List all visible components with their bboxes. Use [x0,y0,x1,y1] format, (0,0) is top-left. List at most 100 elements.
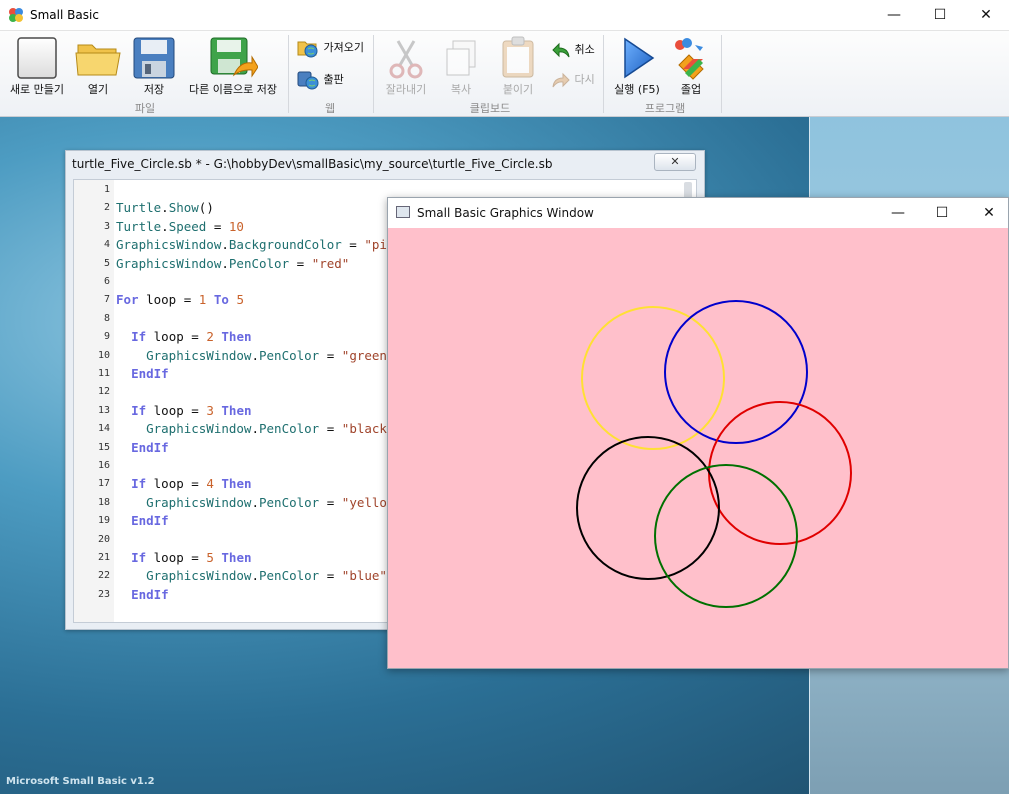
line-number: 6 [103,276,110,287]
line-number: 22 [97,570,110,582]
circle-green [654,464,798,608]
ribbon-separator [603,35,604,113]
ribbon-toolbar: 새로 만들기 열기 저장 다른 이름으로 저장 파일 가져오기 출판 웹 잘라내… [0,31,1009,117]
code-token: Turtle [116,200,162,216]
graduate-visual-studio-icon [675,38,704,80]
code-token: BackgroundColor [228,237,342,253]
minimize-button[interactable]: — [871,0,917,31]
code-token: Then [221,402,252,418]
app-title: Small Basic [30,8,99,22]
code-text: GraphicsWindow.PenColor = "blue" [116,567,387,585]
version-label: Microsoft Small Basic v1.2 [6,776,155,787]
copy-button[interactable]: 복사 [436,37,486,97]
code-token: GraphicsWindow [116,494,252,510]
line-number: 3 [103,220,110,232]
code-token: EndIf [131,513,169,529]
code-text: If loop = 2 Then [116,328,252,346]
code-text: For loop = 1 To 5 [116,291,244,309]
web-group-label: 웹 [324,102,336,115]
code-token: GraphicsWindow [116,568,252,584]
graphics-window-icon [396,206,410,218]
code-token: If [131,550,147,565]
copy-button-label: 복사 [450,83,472,96]
code-token: GraphicsWindow [116,421,252,437]
code-token: . [161,218,169,234]
undo-button[interactable]: 취소 [551,41,595,59]
code-token: . [251,421,259,437]
code-token: For [116,292,139,308]
import-button[interactable]: 가져오기 [296,37,364,59]
line-number: 18 [97,496,110,508]
code-token: loop = [146,329,207,345]
graduate-button-label: 졸업 [680,83,702,96]
program-group-label: 프로그램 [644,102,686,115]
ribbon-separator [288,35,289,113]
undo-arrow-icon [552,42,570,58]
code-text: Turtle.Show() [116,199,214,217]
circle-blue [664,300,808,444]
redo-button[interactable]: 다시 [551,71,595,89]
code-token: "red" [311,255,350,271]
code-token: 4 [206,476,214,492]
graphics-close-button[interactable]: ✕ [966,198,1009,228]
code-token: "blue" [341,568,387,584]
code-token: loop = [138,292,199,308]
paste-clipboard-icon [502,36,534,78]
save-as-icon [210,37,258,78]
small-basic-app-icon [9,8,23,22]
code-token: EndIf [131,366,169,381]
run-button-label: 실행 (F5) [614,83,660,96]
line-number: 20 [97,533,110,545]
code-token: PenColor [259,347,320,363]
import-globe-icon [297,41,318,58]
cut-button[interactable]: 잘라내기 [378,37,434,97]
save-as-button-label: 다른 이름으로 저장 [189,83,277,96]
line-number: 13 [97,404,110,416]
code-token: If [131,329,147,345]
code-token: GraphicsWindow [116,237,222,253]
graphics-window-title: Small Basic Graphics Window [417,206,594,220]
line-number: 16 [97,460,110,471]
code-token: To [213,292,229,308]
graphics-minimize-button[interactable]: — [875,198,921,228]
code-token: . [221,255,229,271]
code-token: PenColor [259,568,320,584]
undo-button-label: 취소 [574,43,595,56]
graphics-canvas[interactable] [388,228,1008,668]
code-token: 5 [236,292,244,308]
code-text: If loop = 3 Then [116,402,252,420]
code-token: Then [221,329,252,345]
code-token: = [319,494,342,510]
open-button[interactable]: 열기 [72,35,124,97]
new-button[interactable]: 새로 만들기 [6,35,68,97]
ribbon-separator [721,35,722,113]
circle-red [708,401,852,545]
paste-button[interactable]: 붙이기 [492,35,544,97]
code-token: PenColor [259,421,320,437]
save-button[interactable]: 저장 [128,35,180,97]
publish-button[interactable]: 출판 [296,69,344,91]
code-token: = [319,568,342,584]
graphics-window: Small Basic Graphics Window — ☐ ✕ [387,197,1009,669]
graphics-maximize-button[interactable]: ☐ [919,198,965,228]
code-token: Speed [168,218,207,234]
code-token: . [221,237,229,253]
code-token: Then [221,550,252,565]
code-token: EndIf [131,439,169,455]
close-button[interactable]: ✕ [963,0,1009,31]
graduate-button[interactable]: 졸업 [666,35,716,97]
save-as-button[interactable]: 다른 이름으로 저장 [184,35,282,97]
line-number: 9 [103,331,110,343]
line-number: 19 [97,515,110,527]
redo-arrow-icon [552,72,570,88]
line-number: 8 [103,312,110,324]
maximize-button[interactable]: ☐ [917,0,963,31]
line-number: 1 [103,184,110,195]
code-token: PenColor [228,255,290,271]
run-button[interactable]: 실행 (F5) [608,35,666,97]
editor-close-button[interactable]: ✕ [654,153,696,171]
code-token: . [251,568,259,584]
